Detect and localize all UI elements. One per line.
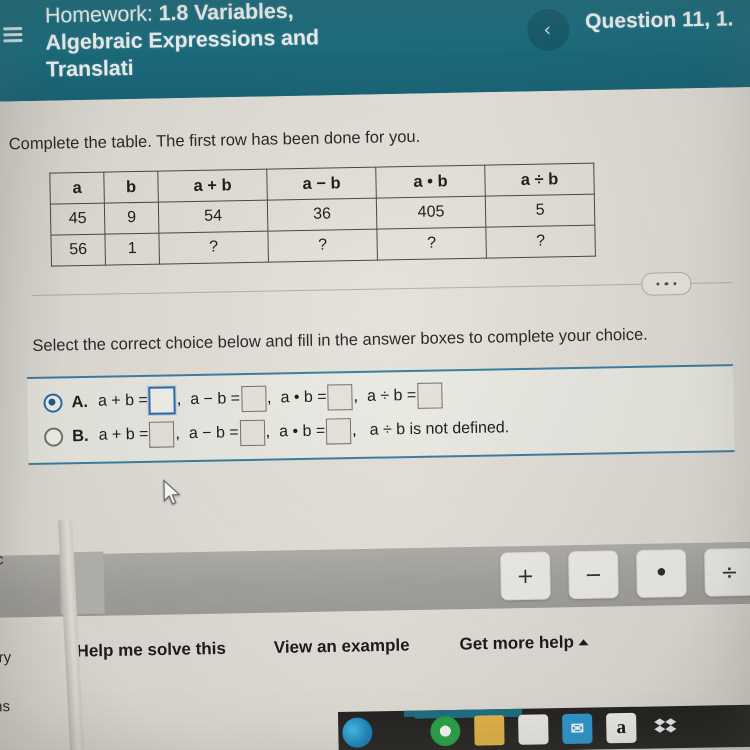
films-icon[interactable] xyxy=(386,716,417,748)
cell-r1c3: ? xyxy=(267,229,378,263)
choice-b-label-0: a + b = xyxy=(98,425,149,444)
folder-icon[interactable] xyxy=(474,715,505,746)
minus-icon: − xyxy=(584,562,603,587)
chevron-left-icon: ‹ xyxy=(543,18,552,41)
cell-r1c0: 56 xyxy=(50,234,106,267)
cell-r1c1: 1 xyxy=(104,233,160,266)
th-a-minus-b: a − b xyxy=(266,167,377,201)
choice-a-label-1: a − b = xyxy=(190,390,241,409)
calculator-icon[interactable] xyxy=(518,714,549,745)
divide-button[interactable]: ÷ xyxy=(703,547,750,597)
cell-r0c1: 9 xyxy=(104,202,159,235)
sidebar-item-progress[interactable]: ess xyxy=(0,599,46,618)
choice-a-label-3: a ÷ b = xyxy=(366,386,417,405)
footer-action-bar: Help me solve this View an example Get m… xyxy=(0,606,750,686)
choice-a-letter: A. xyxy=(71,392,89,411)
question-label: Question 11, 1. xyxy=(584,7,734,34)
dock-icon-row: ✉ a xyxy=(342,712,681,748)
dropbox-icon[interactable] xyxy=(650,712,681,743)
separator-comma: , xyxy=(265,423,271,441)
choice-a-label-2: a • b = xyxy=(280,388,327,407)
choice-b-part-2: a • b = xyxy=(279,418,353,445)
answer-choices-panel: A. a + b = , a − b = , a • b = , a ÷ b =… xyxy=(27,364,735,466)
th-b: b xyxy=(103,171,159,204)
screenshot-root: Homework: 1.8 Variables, Algebraic Expre… xyxy=(0,0,750,750)
get-more-help-label: Get more help xyxy=(459,632,575,654)
homework-lead-label: Homework: xyxy=(44,1,154,28)
choice-a-part-3: a ÷ b = xyxy=(367,382,444,409)
cell-r0c3: 36 xyxy=(267,198,377,232)
th-a-div-b: a ÷ b xyxy=(484,163,595,197)
answer-box-a-product[interactable] xyxy=(327,384,353,411)
sidebar-item-options[interactable]: tions xyxy=(0,697,49,716)
minus-button[interactable]: − xyxy=(568,550,619,600)
acrobat-glyph: a xyxy=(616,716,627,739)
times-button[interactable]: • xyxy=(635,549,687,598)
separator-comma: , xyxy=(175,425,181,443)
choice-b-part-0: a + b = xyxy=(98,421,175,448)
divide-icon: ÷ xyxy=(720,560,739,585)
ellipsis-dot-icon xyxy=(673,281,677,286)
choice-b-label-1: a − b = xyxy=(188,424,239,443)
radio-choice-b[interactable] xyxy=(43,426,64,447)
plus-button[interactable]: + xyxy=(500,551,551,601)
cell-r0c4: 405 xyxy=(376,196,486,230)
sidebar-item-resources[interactable]: ourc xyxy=(0,550,44,569)
hamburger-icon[interactable] xyxy=(3,27,23,43)
help-me-solve-this-link[interactable]: Help me solve this xyxy=(76,639,226,662)
get-more-help-button[interactable]: Get more help xyxy=(459,632,589,654)
taskbar-dock: ✉ a xyxy=(338,704,750,750)
view-an-example-link[interactable]: View an example xyxy=(274,636,410,658)
select-choice-prompt: Select the correct choice below and fill… xyxy=(32,325,648,355)
caret-up-icon xyxy=(578,639,589,646)
answer-box-b-difference[interactable] xyxy=(239,419,265,447)
cell-r1c4: ? xyxy=(376,227,487,261)
mouse-cursor-icon xyxy=(163,479,181,505)
ellipsis-dot-icon xyxy=(664,281,669,286)
answer-box-a-difference[interactable] xyxy=(240,385,267,413)
cell-r0c2: 54 xyxy=(158,200,268,234)
more-options-button[interactable] xyxy=(641,271,692,296)
homework-title: Homework: 1.8 Variables, Algebraic Expre… xyxy=(45,0,376,84)
radio-choice-a[interactable] xyxy=(43,392,63,413)
th-a-plus-b: a + b xyxy=(157,169,268,203)
sidebar-item-library[interactable]: brary xyxy=(0,648,47,667)
value-table: a b a + b a − b a • b a ÷ b 45 9 54 36 4… xyxy=(49,163,596,267)
mail-icon[interactable]: ✉ xyxy=(562,713,593,745)
choice-a-part-2: a • b = xyxy=(280,384,354,411)
separator-comma: , xyxy=(353,387,359,406)
answer-box-a-quotient[interactable] xyxy=(417,382,443,409)
chrome-icon[interactable] xyxy=(430,715,461,747)
cell-r1c2: ? xyxy=(158,231,269,265)
acrobat-icon[interactable]: a xyxy=(606,712,637,744)
answer-box-b-sum[interactable] xyxy=(149,421,175,448)
edge-icon[interactable] xyxy=(342,717,373,748)
ellipsis-dot-icon xyxy=(656,282,660,286)
choice-a-label-0: a + b = xyxy=(97,391,148,410)
choice-a-part-0: a + b = xyxy=(98,386,177,415)
th-a-times-b: a • b xyxy=(375,165,486,199)
dropbox-glyph xyxy=(654,718,677,733)
operator-button-group: + − • ÷ xyxy=(500,547,750,601)
choice-b-label-2: a • b = xyxy=(278,422,326,441)
section-divider xyxy=(31,282,732,296)
choice-b-tail-text: a ÷ b is not defined. xyxy=(369,419,510,439)
envelope-glyph: ✉ xyxy=(570,720,585,738)
instruction-text: Complete the table. The first row has be… xyxy=(8,127,421,154)
answer-box-b-product[interactable] xyxy=(325,418,352,445)
choice-a-part-1: a − b = xyxy=(190,385,267,413)
separator-comma: , xyxy=(176,391,182,409)
separator-comma: , xyxy=(266,389,272,407)
th-a: a xyxy=(49,172,105,205)
cell-r0c5: 5 xyxy=(485,194,595,228)
cell-r0c0: 45 xyxy=(50,203,105,236)
cell-r1c5: ? xyxy=(485,225,596,259)
plus-icon: + xyxy=(516,563,535,589)
choice-b-part-1: a − b = xyxy=(188,419,266,447)
choice-b-letter: B. xyxy=(71,426,89,445)
separator-comma: , xyxy=(352,422,357,440)
left-sidebar: ourc ess brary tions xyxy=(0,550,49,748)
answer-box-a-sum[interactable] xyxy=(148,386,177,415)
app-header: Homework: 1.8 Variables, Algebraic Expre… xyxy=(0,0,750,102)
